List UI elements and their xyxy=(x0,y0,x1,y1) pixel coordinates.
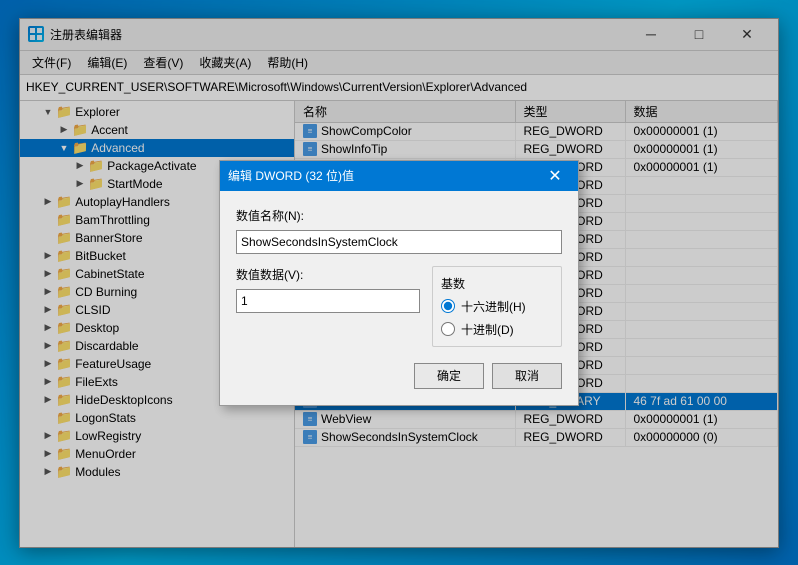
dialog-title: 编辑 DWORD (32 位)值 xyxy=(228,167,540,184)
radio-dec[interactable]: 十进制(D) xyxy=(441,321,553,338)
dialog-overlay: 编辑 DWORD (32 位)值 ✕ 数值名称(N): 数值数据(V): 基数 xyxy=(0,0,798,565)
base-box: 基数 十六进制(H) 十进制(D) xyxy=(432,266,562,347)
name-label: 数值名称(N): xyxy=(236,207,562,224)
dialog-buttons: 确定 取消 xyxy=(236,363,562,389)
dialog-titlebar: 编辑 DWORD (32 位)值 ✕ xyxy=(220,161,578,191)
edit-dword-dialog: 编辑 DWORD (32 位)值 ✕ 数值名称(N): 数值数据(V): 基数 xyxy=(219,160,579,406)
base-col: 基数 十六进制(H) 十进制(D) xyxy=(432,266,562,347)
radio-dec-label: 十进制(D) xyxy=(461,321,514,338)
name-input[interactable] xyxy=(236,230,562,254)
dialog-close-button[interactable]: ✕ xyxy=(540,161,570,191)
value-col: 数值数据(V): xyxy=(236,266,420,347)
data-label: 数值数据(V): xyxy=(236,266,420,283)
radio-group: 十六进制(H) 十进制(D) xyxy=(441,298,553,338)
dialog-row: 数值数据(V): 基数 十六进制(H) 十进制( xyxy=(236,266,562,347)
base-label: 基数 xyxy=(441,275,553,292)
radio-dec-input[interactable] xyxy=(441,322,455,336)
cancel-button[interactable]: 取消 xyxy=(492,363,562,389)
data-input[interactable] xyxy=(236,289,420,313)
radio-hex-input[interactable] xyxy=(441,299,455,313)
radio-hex-label: 十六进制(H) xyxy=(461,298,526,315)
ok-button[interactable]: 确定 xyxy=(414,363,484,389)
dialog-body: 数值名称(N): 数值数据(V): 基数 十六进制(H) xyxy=(220,191,578,405)
radio-hex[interactable]: 十六进制(H) xyxy=(441,298,553,315)
